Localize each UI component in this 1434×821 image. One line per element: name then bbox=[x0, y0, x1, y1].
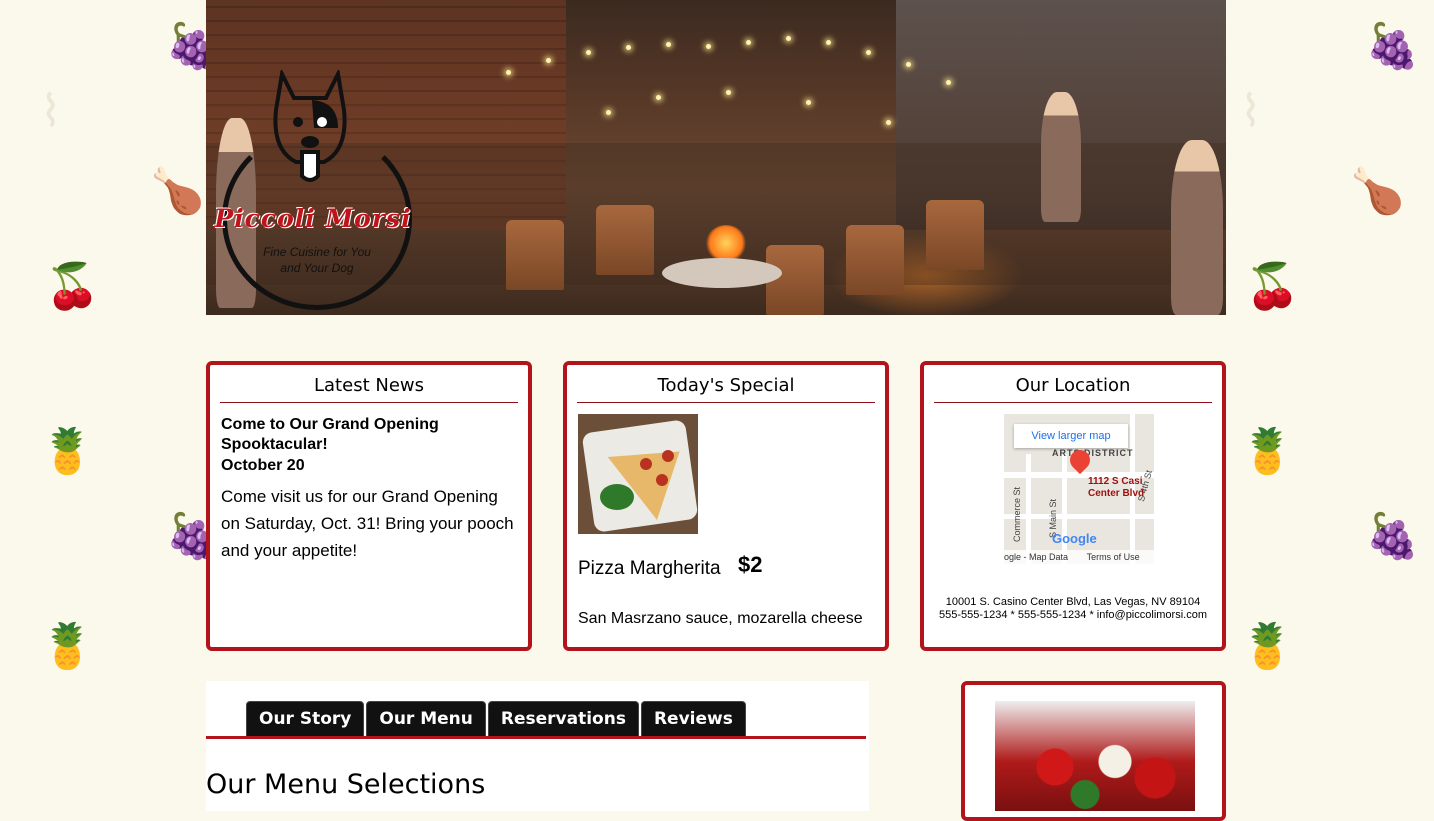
google-logo: Google bbox=[1052, 531, 1097, 546]
basil-salad bbox=[600, 484, 634, 510]
grapes-icon: 🍇 bbox=[1365, 21, 1420, 72]
news-title: Come to Our Grand Opening Spooktacular! bbox=[221, 416, 439, 453]
cherries-icon: 🍒 bbox=[1245, 261, 1300, 312]
tab-reviews[interactable]: Reviews bbox=[640, 701, 746, 739]
logo-tagline-line-2: and Your Dog bbox=[280, 261, 354, 275]
tab-reservations[interactable]: Reservations bbox=[487, 701, 639, 739]
grapes-icon: 🍇 bbox=[1365, 511, 1420, 562]
patio-chair bbox=[596, 205, 654, 275]
person-standing bbox=[1171, 140, 1223, 315]
chicken-icon: 🍗 bbox=[1350, 166, 1405, 217]
our-location-card: Our Location ARTS DISTRICT Commerce St S… bbox=[920, 361, 1226, 651]
location-contact: 555-555-1234 * 555-555-1234 * info@picco… bbox=[939, 609, 1207, 621]
string-light bbox=[826, 40, 831, 45]
string-light bbox=[746, 40, 751, 45]
string-light bbox=[806, 100, 811, 105]
patio-chair bbox=[926, 200, 984, 270]
map-terms-link[interactable]: Terms of Use bbox=[1087, 552, 1140, 562]
pineapple-icon: 🍍 bbox=[40, 426, 95, 477]
tab-bar: Our Story Our Menu Reservations Reviews bbox=[246, 701, 746, 739]
string-light bbox=[906, 62, 911, 67]
news-date: October 20 bbox=[221, 457, 305, 474]
location-address: 10001 S. Casino Center Blvd, Las Vegas, … bbox=[945, 596, 1201, 608]
patio-chair bbox=[506, 220, 564, 290]
string-light bbox=[606, 110, 611, 115]
string-light bbox=[706, 44, 711, 49]
map-district-label: ARTS DISTRICT bbox=[1052, 448, 1134, 458]
map-road bbox=[1026, 454, 1031, 564]
patio-chair bbox=[846, 225, 904, 295]
cherries-icon: 🍒 bbox=[45, 261, 100, 312]
tab-divider bbox=[206, 736, 866, 739]
string-light bbox=[726, 90, 731, 95]
string-light bbox=[946, 80, 951, 85]
pepperoni bbox=[656, 474, 668, 486]
latest-news-card: Latest News Come to Our Grand Opening Sp… bbox=[206, 361, 532, 651]
string-light bbox=[506, 70, 511, 75]
map-footer: ogle - Map Data Terms of Use bbox=[1004, 550, 1154, 564]
chicken-icon: 🍗 bbox=[150, 166, 205, 217]
special-description: San Masrzano sauce, mozarella cheese bbox=[578, 610, 863, 627]
special-price: $2 bbox=[738, 552, 763, 577]
map-pin-label: 1112 S Casi Center Blvd bbox=[1088, 476, 1144, 500]
map-street-label: Commerce St bbox=[1012, 486, 1022, 542]
map-pin-label-line-1: 1112 S Casi bbox=[1088, 476, 1143, 487]
asparagus-icon: ⌇ bbox=[1240, 86, 1262, 137]
news-body: Come visit us for our Grand Opening on S… bbox=[221, 487, 514, 560]
pepperoni bbox=[662, 450, 674, 462]
pepperoni bbox=[640, 458, 652, 470]
tab-our-menu[interactable]: Our Menu bbox=[366, 701, 486, 739]
fire-pit-flame bbox=[706, 225, 746, 261]
string-light bbox=[656, 95, 661, 100]
string-light bbox=[586, 50, 591, 55]
map-data-link[interactable]: ogle - Map Data bbox=[1004, 552, 1068, 562]
string-light bbox=[626, 45, 631, 50]
embedded-map[interactable]: ARTS DISTRICT Commerce St S Main St S 4t… bbox=[1004, 414, 1154, 564]
logo-tagline-line-1: Fine Cuisine for You bbox=[263, 245, 371, 259]
section-title: Our Menu Selections bbox=[206, 769, 486, 800]
asparagus-icon: ⌇ bbox=[40, 86, 62, 137]
map-pin-label-line-2: Center Blvd bbox=[1088, 488, 1145, 499]
string-light bbox=[546, 58, 551, 63]
pineapple-icon: 🍍 bbox=[40, 621, 95, 672]
string-light bbox=[886, 120, 891, 125]
pineapple-icon: 🍍 bbox=[1240, 426, 1295, 477]
logo-name: Piccoli Morsi bbox=[214, 204, 412, 233]
view-larger-map-link[interactable]: View larger map bbox=[1014, 424, 1128, 448]
site-logo[interactable]: Piccoli Morsi Fine Cuisine for You and Y… bbox=[212, 67, 414, 310]
string-light bbox=[786, 36, 791, 41]
string-light bbox=[866, 50, 871, 55]
our-location-heading: Our Location bbox=[934, 365, 1212, 403]
string-light bbox=[666, 42, 671, 47]
side-promo-card bbox=[961, 681, 1226, 821]
latest-news-heading: Latest News bbox=[220, 365, 518, 403]
map-road bbox=[1062, 454, 1067, 564]
pizza-image bbox=[578, 414, 698, 534]
dog-icon bbox=[268, 67, 352, 206]
tab-our-story[interactable]: Our Story bbox=[246, 701, 365, 739]
logo-tagline: Fine Cuisine for You and Your Dog bbox=[242, 244, 392, 276]
todays-special-heading: Today's Special bbox=[577, 365, 875, 403]
pineapple-icon: 🍍 bbox=[1240, 621, 1295, 672]
todays-special-card: Today's Special Pizza Margherita $2 San … bbox=[563, 361, 889, 651]
fire-pit bbox=[662, 258, 782, 288]
special-name: Pizza Margherita bbox=[578, 558, 721, 579]
main-content: Our Story Our Menu Reservations Reviews … bbox=[206, 681, 869, 811]
person-standing bbox=[1041, 92, 1081, 222]
caprese-skewers-image bbox=[995, 701, 1195, 811]
